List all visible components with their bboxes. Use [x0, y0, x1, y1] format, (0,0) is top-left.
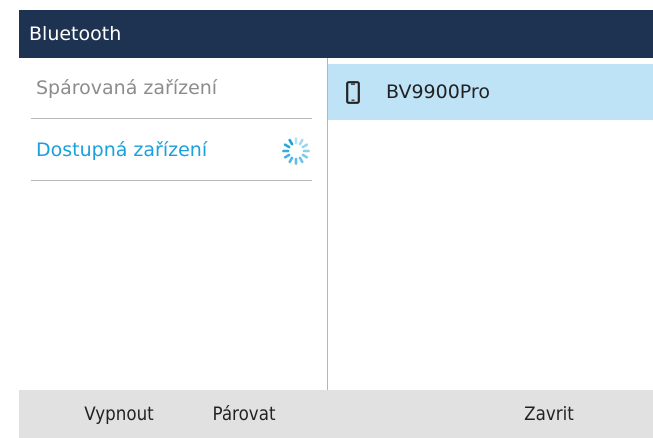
sidebar-item-paired-devices[interactable]: Spárovaná zařízení: [31, 58, 312, 119]
bluetooth-screen: Bluetooth Spárovaná zařízení Dostupná za…: [0, 0, 653, 438]
spinner-segment: [298, 138, 304, 146]
turn-off-button[interactable]: Vypnout: [71, 390, 168, 438]
sidebar: Spárovaná zařízení Dostupná zařízení: [19, 58, 328, 390]
pair-button[interactable]: Párovat: [191, 390, 297, 438]
list-item-device[interactable]: BV9900Pro: [328, 64, 653, 120]
device-list: BV9900Pro: [328, 58, 653, 390]
spinner-segment: [288, 138, 294, 146]
spinner-segment: [301, 153, 309, 159]
title-bar: Bluetooth: [19, 10, 653, 58]
mobile-phone-icon: [346, 81, 360, 104]
spinner-segment: [283, 153, 291, 159]
sidebar-item-available-devices[interactable]: Dostupná zařízení: [31, 120, 312, 181]
softkey-bar: Vypnout Párovat Zavrit: [19, 390, 653, 438]
loading-spinner-icon: [282, 137, 310, 165]
sidebar-item-label: Dostupná zařízení: [36, 139, 208, 161]
device-name: BV9900Pro: [386, 81, 490, 103]
spinner-segment: [288, 156, 294, 164]
sidebar-item-label: Spárovaná zařízení: [36, 77, 218, 99]
spinner-segment: [301, 143, 309, 149]
spinner-segment: [283, 143, 291, 149]
page-title: Bluetooth: [29, 23, 122, 45]
spinner-segment: [298, 156, 304, 164]
close-button[interactable]: Zavrit: [514, 390, 584, 438]
